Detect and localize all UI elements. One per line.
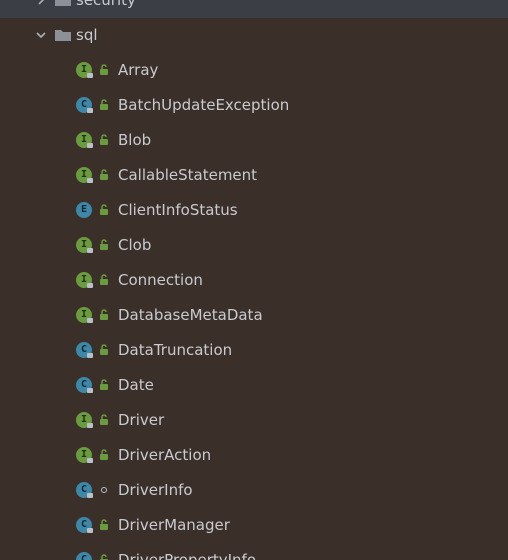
abstract-lock-icon: [87, 248, 93, 253]
tree-item-label: DatabaseMetaData: [118, 306, 263, 324]
public-lock-icon: [100, 204, 108, 215]
folder-icon: [55, 30, 71, 41]
tree-item-batchupdateexception[interactable]: C BatchUpdateException: [0, 88, 508, 123]
tree-item-driverinfo[interactable]: C DriverInfo: [0, 473, 508, 508]
tree-item-label: DriverAction: [118, 446, 212, 464]
abstract-lock-icon: [87, 143, 93, 148]
folder-label: sql: [76, 26, 98, 44]
public-lock-icon: [100, 134, 108, 145]
public-lock-icon: [100, 379, 108, 390]
tree-item-databasemetadata[interactable]: I DatabaseMetaData: [0, 298, 508, 333]
tree-item-connection[interactable]: I Connection: [0, 263, 508, 298]
abstract-lock-icon: [87, 318, 93, 323]
abstract-lock-icon: [87, 458, 93, 463]
abstract-lock-icon: [87, 388, 93, 393]
chevron-down-icon[interactable]: [35, 29, 47, 41]
tree-item-clientinfostatus[interactable]: E ClientInfoStatus: [0, 193, 508, 228]
public-lock-icon: [100, 309, 108, 320]
package-private-icon: [101, 487, 107, 493]
enum-icon: E: [76, 202, 92, 218]
public-lock-icon: [100, 274, 108, 285]
tree-item-label: Connection: [118, 271, 203, 289]
abstract-lock-icon: [87, 353, 93, 358]
public-lock-icon: [100, 64, 108, 75]
folder-label: security: [76, 0, 136, 9]
abstract-lock-icon: [87, 493, 93, 498]
tree-item-label: ClientInfoStatus: [118, 201, 238, 219]
public-lock-icon: [100, 414, 108, 425]
tree-item-label: BatchUpdateException: [118, 96, 290, 114]
folder-icon: [55, 0, 71, 6]
public-lock-icon: [100, 239, 108, 250]
tree-item-label: Driver: [118, 411, 165, 429]
tree-item-label: CallableStatement: [118, 166, 258, 184]
tree-item-label: Date: [118, 376, 154, 394]
tree-item-driverpropertyinfo[interactable]: C DriverPropertyInfo: [0, 543, 508, 560]
tree-item-blob[interactable]: I Blob: [0, 123, 508, 158]
tree-item-datatruncation[interactable]: C DataTruncation: [0, 333, 508, 368]
tree-item-label: DriverPropertyInfo: [118, 551, 257, 560]
public-lock-icon: [100, 554, 108, 560]
project-tree: security sql I Array C BatchUpdateException…: [0, 0, 508, 560]
tree-item-label: DriverInfo: [118, 481, 193, 499]
chevron-right-icon[interactable]: [35, 0, 47, 6]
tree-item-drivermanager[interactable]: C DriverManager: [0, 508, 508, 543]
tree-item-label: DataTruncation: [118, 341, 233, 359]
abstract-lock-icon: [87, 528, 93, 533]
tree-item-date[interactable]: C Date: [0, 368, 508, 403]
public-lock-icon: [100, 99, 108, 110]
public-lock-icon: [100, 344, 108, 355]
abstract-lock-icon: [87, 178, 93, 183]
class-icon: C: [76, 552, 92, 560]
tree-item-label: Array: [118, 61, 159, 79]
abstract-lock-icon: [87, 423, 93, 428]
tree-item-clob[interactable]: I Clob: [0, 228, 508, 263]
tree-item-label: Blob: [118, 131, 152, 149]
abstract-lock-icon: [87, 73, 93, 78]
tree-item-array[interactable]: I Array: [0, 53, 508, 88]
tree-item-label: DriverManager: [118, 516, 230, 534]
tree-item-label: Clob: [118, 236, 152, 254]
tree-item-callablestatement[interactable]: I CallableStatement: [0, 158, 508, 193]
abstract-lock-icon: [87, 108, 93, 113]
tree-folder-sql[interactable]: sql: [0, 18, 508, 53]
abstract-lock-icon: [87, 283, 93, 288]
public-lock-icon: [100, 519, 108, 530]
tree-item-driver[interactable]: I Driver: [0, 403, 508, 438]
tree-item-driveraction[interactable]: I DriverAction: [0, 438, 508, 473]
public-lock-icon: [100, 449, 108, 460]
tree-folder-security[interactable]: security: [0, 0, 508, 18]
public-lock-icon: [100, 169, 108, 180]
